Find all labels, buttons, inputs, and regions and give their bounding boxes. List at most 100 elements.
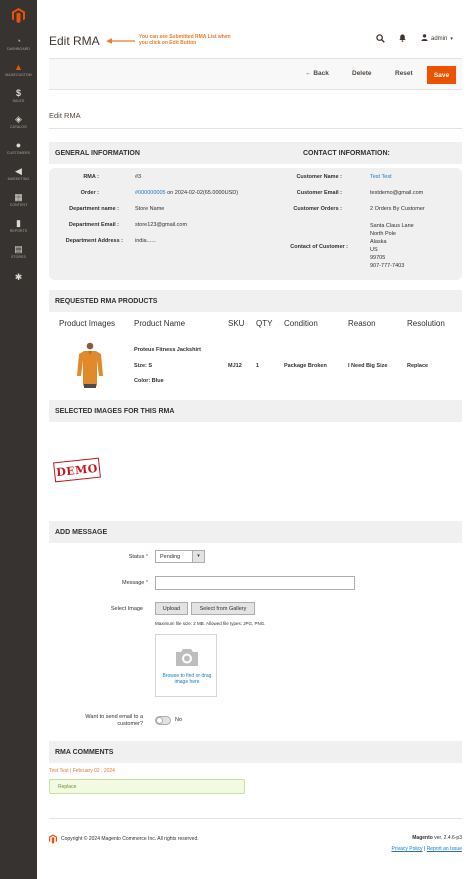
required-marker: * [145, 580, 148, 586]
sidebar-item-content[interactable]: ▦ CONTENT [0, 186, 37, 212]
user-name: admin [431, 35, 448, 42]
sidebar-item-system[interactable]: ✱ [0, 264, 37, 290]
store-icon: ▤ [14, 243, 23, 254]
customer-orders-label: Customer Orders : [293, 206, 342, 212]
address-line: 907-777-7403 [370, 263, 405, 269]
sidebar-item-label: CONTENT [9, 202, 28, 207]
message-input[interactable] [155, 576, 355, 590]
comment-text: Replace [58, 784, 77, 790]
bell-icon[interactable] [399, 34, 406, 44]
customer-email-label: Customer Email : [296, 190, 342, 196]
address-line: North Pole [370, 231, 396, 237]
products-header: REQUESTED RMA PRODUCTS [49, 290, 462, 312]
address-line: 99705 [370, 255, 386, 261]
sidebar-item-stores[interactable]: ▤ STORES [0, 238, 37, 264]
sidebar-item-reports[interactable]: ▮ REPORTS [0, 212, 37, 238]
save-button[interactable]: Save [427, 66, 456, 84]
customer-orders-value: 2 Orders By Customer [370, 206, 425, 212]
privacy-policy-link[interactable]: Privacy Policy [391, 846, 422, 852]
user-menu[interactable]: admin ▾ [421, 34, 453, 43]
contact-of-customer-label: Contact of Customer : [290, 244, 348, 250]
report-issue-link[interactable]: Report an Issue [427, 846, 462, 852]
customer-email-value: testdemo@gmail.com [370, 190, 424, 196]
arrow-left-icon [106, 38, 135, 44]
footer-divider [49, 818, 462, 819]
magento-footer-logo-icon [49, 834, 57, 844]
order-value: #000000005 on 2024-02-02(65.0000USD) [135, 190, 238, 196]
add-message-header: ADD MESSAGE [49, 521, 462, 543]
sidebar-item-customers[interactable]: ● CUSTOMERS [0, 134, 37, 160]
message-label: Message * [80, 580, 148, 586]
rma-comments-header: RMA COMMENTS [49, 741, 462, 763]
sidebar-item-label: REPORTS [9, 228, 28, 233]
dropzone-text: Browse to find or drag image here [162, 673, 212, 685]
megaphone-icon: ◀ [15, 165, 22, 176]
rma-label: RMA : [83, 174, 99, 180]
reset-button[interactable]: Reset [395, 70, 413, 77]
sidebar-item-label: DASHBOARD [6, 46, 31, 51]
order-link[interactable]: #000000005 [135, 190, 166, 196]
dashboard-icon: ◔ [15, 35, 22, 46]
comment-box: Replace [49, 779, 245, 794]
delete-button[interactable]: Delete [352, 70, 372, 77]
address-line: Santa Claus Lane [370, 223, 414, 229]
product-qty: 1 [256, 363, 260, 369]
send-email-label: Want to send email to a customer? [85, 714, 143, 727]
column-header: SKU [228, 319, 245, 328]
camera-icon [176, 649, 198, 666]
page-title: Edit RMA [49, 34, 100, 48]
sidebar-item-catalog[interactable]: ◈ CATALOG [0, 108, 37, 134]
contact-info-heading: CONTACT INFORMATION: [303, 150, 390, 157]
sidebar-item-label: STORES [11, 254, 26, 259]
chevron-down-icon: ▾ [450, 35, 453, 42]
sidebar-item-magecustom[interactable]: ▲ MAGECUSTOM [0, 56, 37, 82]
product-condition: Package Broken [284, 363, 327, 369]
general-info-heading: GENERAL INFORMATION [55, 150, 140, 157]
information-header: GENERAL INFORMATION CONTACT INFORMATION: [49, 142, 462, 164]
status-select[interactable]: Pending ▾ [155, 550, 205, 563]
department-name-value: Store Name [135, 206, 165, 212]
chevron-down-icon: ▾ [192, 551, 204, 562]
comment-author: Test Test | February 02 , 2024 [49, 768, 115, 774]
toggle-knob [156, 717, 163, 724]
order-details: on 2024-02-02(65.0000USD) [165, 190, 239, 196]
select-image-label: Select Image [110, 606, 143, 612]
column-header: QTY [256, 319, 273, 328]
address-line: Alaska [370, 239, 387, 245]
status-label-text: Status [128, 554, 145, 560]
column-header: Condition [284, 319, 318, 328]
search-icon[interactable] [376, 34, 385, 45]
magecustom-icon: ▲ [14, 61, 23, 72]
column-header: Resolution [407, 319, 445, 328]
address-line: US [370, 247, 378, 253]
sidebar-item-marketing[interactable]: ◀ MARKETING [0, 160, 37, 186]
upload-button[interactable]: Upload [155, 602, 188, 615]
sidebar-item-label: MAGECUSTOM [5, 72, 32, 77]
demo-stamp-image[interactable]: DEMO [53, 457, 101, 483]
order-label: Order : [80, 190, 99, 196]
section-subtitle: Edit RMA [49, 111, 81, 120]
column-header: Product Name [134, 319, 186, 328]
sidebar-item-label: CATALOG [10, 124, 27, 129]
customer-name-link[interactable]: Test Test [370, 174, 392, 180]
version-text: ver. 2.4.6-p3 [434, 835, 462, 841]
product-name: Proteus Fitness Jackshirt [134, 347, 201, 353]
gear-icon: ✱ [14, 272, 23, 282]
back-button[interactable]: ← Back [305, 70, 329, 77]
send-email-toggle[interactable] [155, 716, 171, 725]
divider [49, 128, 462, 129]
select-from-gallery-button[interactable]: Select from Gallery [191, 602, 255, 615]
back-label: Back [313, 70, 329, 77]
bar-chart-icon: ▮ [16, 217, 21, 228]
magento-logo[interactable] [0, 0, 37, 30]
sidebar-item-dashboard[interactable]: ◔ DASHBOARD [0, 30, 37, 56]
image-dropzone[interactable]: Browse to find or drag image here [155, 634, 217, 697]
sidebar-item-sales[interactable]: $ SALES [0, 82, 37, 108]
product-sku: MJ12 [228, 363, 242, 369]
department-email-value: store123@gmail.com [135, 222, 188, 228]
person-icon: ● [15, 139, 22, 150]
product-resolution: Replace [407, 363, 429, 369]
sidebar-item-label: SALES [12, 98, 25, 103]
product-reason: I Need Big Size [348, 363, 388, 369]
dollar-icon: $ [15, 87, 21, 98]
